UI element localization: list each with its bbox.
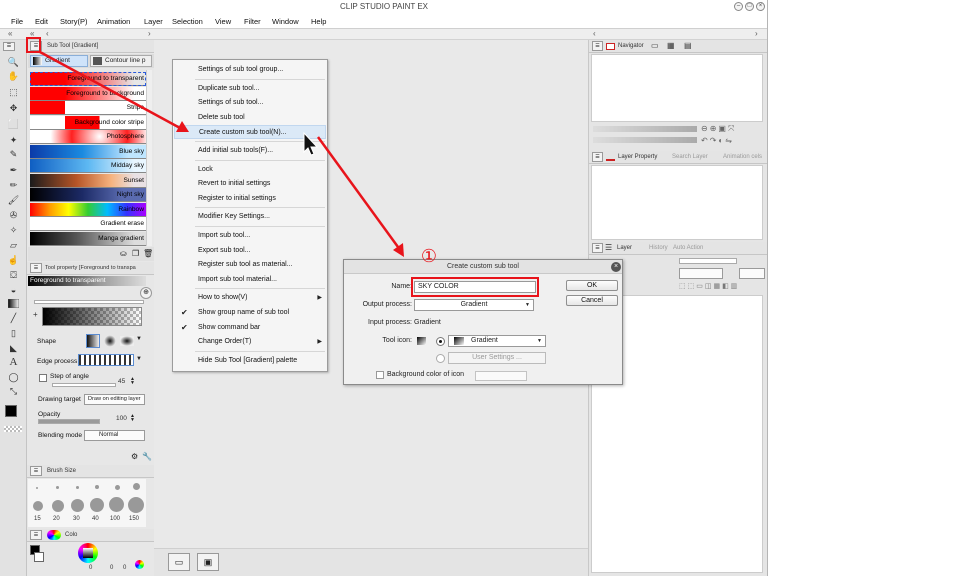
mouse-cursor-icon — [303, 131, 319, 156]
arrow-line-2 — [316, 136, 400, 248]
annotation-arrows — [39, 50, 404, 257]
step-marker: ① — [420, 246, 438, 267]
arrow-head-2 — [393, 243, 404, 257]
arrow-line-1 — [39, 50, 181, 130]
